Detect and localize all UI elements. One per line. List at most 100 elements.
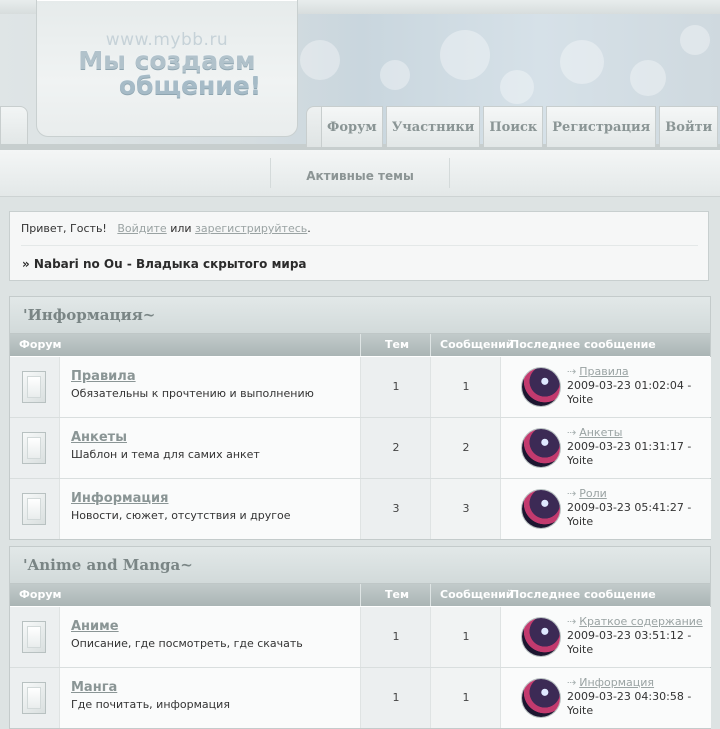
last-post-info: ⇢ Анкеты 2009-03-23 01:31:17 - Yoite: [567, 426, 711, 468]
last-post-author: Yoite: [567, 393, 594, 406]
user-avatar[interactable]: [522, 618, 560, 656]
last-post-topic-link[interactable]: Анкеты: [579, 426, 622, 439]
go-to-post-arrow-icon: ⇢: [567, 426, 577, 439]
forum-description: Описание, где посмотреть, где скачать: [71, 637, 303, 650]
topics-count: 1: [392, 691, 400, 704]
col-posts: Сообщений: [440, 588, 514, 601]
last-post-author: Yoite: [567, 704, 594, 717]
header-bokeh: [560, 40, 604, 84]
last-post-info: ⇢ Краткое содержание 2009-03-23 03:51:12 …: [567, 615, 711, 657]
register-link[interactable]: зарегистрируйтесь: [195, 222, 307, 235]
header-bokeh: [300, 40, 340, 80]
posts-count: 1: [462, 630, 470, 643]
forum-read-icon: [22, 682, 46, 714]
forum-read-icon: [22, 432, 46, 464]
forum-link[interactable]: Анкеты: [71, 430, 127, 445]
forum-icon-cell: [10, 357, 60, 417]
forum-link[interactable]: Аниме: [71, 619, 119, 634]
category-title: 'Anime and Manga~: [10, 547, 710, 584]
col-forum: Форум: [19, 588, 62, 601]
last-post-date: 2009-03-23 03:51:12 -: [567, 629, 692, 642]
forum-row: Аниме Описание, где посмотреть, где скач…: [10, 606, 711, 667]
category-anime-manga: 'Anime and Manga~ Форум Тем Сообщений По…: [9, 546, 711, 729]
last-post-date: 2009-03-23 04:30:58 -: [567, 690, 692, 703]
col-posts: Сообщений: [440, 338, 514, 351]
category-information: 'Информация~ Форум Тем Сообщений Последн…: [9, 296, 711, 540]
col-divider: [430, 334, 431, 356]
last-post-cell: ⇢ Краткое содержание 2009-03-23 03:51:12 …: [500, 607, 711, 667]
topics-cell: 1: [360, 357, 431, 417]
last-post-info: ⇢ Правила 2009-03-23 01:02:04 - Yoite: [567, 365, 711, 407]
subnav-divider: [449, 158, 450, 188]
welcome-box: Привет, Гость! Войдите или зарегистрируй…: [9, 211, 709, 281]
forum-description: Обязательны к прочтению и выполнению: [71, 387, 314, 400]
forum-info-cell: Анкеты Шаблон и тема для самих анкет: [60, 418, 360, 478]
forum-row: Анкеты Шаблон и тема для самих анкет 2 2…: [10, 417, 711, 478]
posts-count: 2: [462, 441, 470, 454]
user-avatar[interactable]: [522, 368, 560, 406]
last-post-date: 2009-03-23 01:31:17 -: [567, 440, 692, 453]
forum-link[interactable]: Манга: [71, 680, 117, 695]
guest-greeting: Привет, Гость! Войдите или зарегистрируй…: [21, 222, 311, 235]
forum-icon-cell: [10, 418, 60, 478]
site-header: www.mybb.ru Мы создаем общение! Форум Уч…: [0, 0, 720, 150]
forum-icon-cell: [10, 479, 60, 539]
nav-members[interactable]: Участники: [385, 106, 481, 147]
last-post-cell: ⇢ Информация 2009-03-23 04:30:58 - Yoite: [500, 668, 711, 728]
sub-navigation: Активные темы: [0, 150, 720, 197]
col-divider: [430, 584, 431, 606]
posts-cell: 1: [430, 607, 501, 667]
last-post-topic-link[interactable]: Краткое содержание: [579, 615, 702, 628]
last-post-cell: ⇢ Роли 2009-03-23 05:41:27 - Yoite: [500, 479, 711, 539]
forum-read-icon: [22, 371, 46, 403]
login-link[interactable]: Войдите: [117, 222, 166, 235]
logo-slogan: Мы создаем общение!: [37, 48, 297, 98]
forum-description: Где почитать, информация: [71, 698, 230, 711]
nav-register[interactable]: Регистрация: [546, 106, 657, 147]
user-avatar[interactable]: [522, 490, 560, 528]
forum-info-cell: Аниме Описание, где посмотреть, где скач…: [60, 607, 360, 667]
nav-search[interactable]: Поиск: [483, 106, 544, 147]
forum-link[interactable]: Правила: [71, 369, 136, 384]
nav-login[interactable]: Войти: [659, 106, 719, 147]
active-topics-link[interactable]: Активные темы: [270, 150, 450, 196]
last-post-author: Yoite: [567, 515, 594, 528]
main-navigation: Форум Участники Поиск Регистрация Войти: [306, 106, 720, 148]
last-post-topic-link[interactable]: Правила: [579, 365, 628, 378]
forum-row: Правила Обязательны к прочтению и выполн…: [10, 356, 711, 417]
topics-cell: 1: [360, 607, 431, 667]
topics-count: 1: [392, 630, 400, 643]
header-bokeh: [500, 70, 534, 104]
last-post-topic-link[interactable]: Информация: [579, 676, 654, 689]
user-avatar[interactable]: [522, 679, 560, 717]
header-bokeh: [440, 30, 490, 80]
last-post-cell: ⇢ Анкеты 2009-03-23 01:31:17 - Yoite: [500, 418, 711, 478]
col-divider: [360, 584, 361, 606]
welcome-divider: [21, 245, 698, 246]
forum-info-cell: Правила Обязательны к прочтению и выполн…: [60, 357, 360, 417]
posts-count: 1: [462, 380, 470, 393]
topics-count: 1: [392, 380, 400, 393]
posts-count: 1: [462, 691, 470, 704]
col-last-post: Последнее сообщение: [510, 588, 656, 601]
go-to-post-arrow-icon: ⇢: [567, 365, 577, 378]
forum-read-icon: [22, 493, 46, 525]
col-topics: Тем: [385, 588, 409, 601]
forum-link[interactable]: Информация: [71, 491, 169, 506]
nav-forum[interactable]: Форум: [321, 106, 383, 147]
breadcrumb: » Nabari no Ou - Владыка скрытого мира: [22, 257, 307, 271]
col-topics: Тем: [385, 338, 409, 351]
nav-lead-tab: [306, 106, 321, 148]
posts-cell: 1: [430, 668, 501, 728]
greeting-text: Привет, Гость!: [21, 222, 107, 235]
user-avatar[interactable]: [522, 429, 560, 467]
logo-slogan-line2: общение!: [118, 71, 262, 100]
col-last-post: Последнее сообщение: [510, 338, 656, 351]
logo-panel[interactable]: www.mybb.ru Мы создаем общение!: [36, 0, 298, 137]
last-post-topic-link[interactable]: Роли: [579, 487, 607, 500]
last-post-date: 2009-03-23 05:41:27 -: [567, 501, 692, 514]
forum-icon-cell: [10, 668, 60, 728]
topics-cell: 1: [360, 668, 431, 728]
header-bokeh: [680, 25, 710, 55]
topics-cell: 2: [360, 418, 431, 478]
